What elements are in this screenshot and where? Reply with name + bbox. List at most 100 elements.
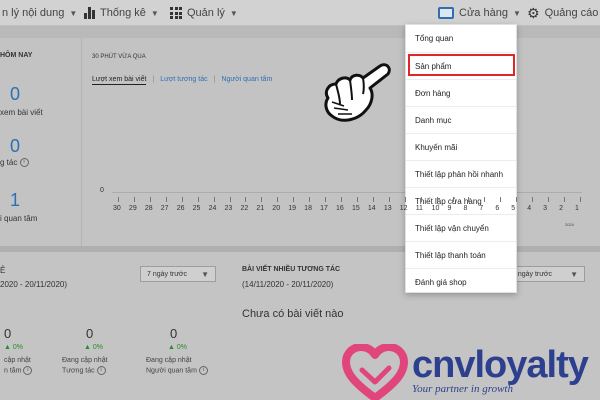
today-stats-panel: HÔM NAY 0 xem bài viết 0 g tác i 1 i qua…	[0, 38, 82, 246]
x-tick-mark	[181, 197, 183, 202]
x-tick-mark	[548, 197, 550, 202]
x-tick-mark	[133, 197, 135, 202]
info-icon[interactable]: i	[96, 366, 106, 375]
x-tick-label: 11	[415, 205, 423, 212]
x-tick-mark	[293, 197, 295, 202]
y-axis-zero-label: 0	[100, 187, 104, 194]
x-tick-mark	[388, 197, 390, 202]
metric-interactions-label: Đang cập nhật Tương tác i	[62, 357, 108, 375]
overview-title: Ẻ	[0, 266, 6, 275]
x-tick-mark	[484, 197, 486, 202]
nav-statistics[interactable]: Thống kê ▼	[84, 0, 159, 26]
x-tick-label: 16	[336, 205, 344, 212]
overview-period-select[interactable]: 7 ngày trước ▼	[140, 266, 216, 282]
top-posts-date-range: (14/11/2020 - 20/11/2020)	[242, 280, 334, 289]
menu-item-categories[interactable]: Danh mục	[406, 106, 516, 133]
metric-tabs: Lượt xem bài viết | Lượt tương tác | Ngư…	[92, 76, 272, 85]
x-tick-mark	[500, 197, 502, 202]
x-tick-label: 2	[559, 205, 563, 212]
nav-ads[interactable]: ⚙ Quảng cáo	[527, 0, 598, 26]
info-icon[interactable]: i	[19, 158, 29, 168]
menu-item-shipping[interactable]: Thiết lập vận chuyển	[406, 214, 516, 241]
top-posts-period-select[interactable]: 7 ngày trước ▼	[505, 266, 585, 282]
x-tick-label: 5	[511, 205, 516, 212]
x-tick-mark	[532, 197, 534, 202]
x-tick-mark	[309, 197, 311, 202]
x-tick-label: 22	[240, 205, 249, 212]
hand-pointer-icon	[324, 63, 391, 122]
x-tick-mark	[564, 197, 566, 202]
heart-logo-icon	[342, 344, 408, 400]
info-icon[interactable]: i	[23, 366, 33, 375]
chevron-down-icon: ▼	[229, 8, 238, 18]
nav-manage-label: Quản lý	[187, 7, 225, 19]
x-tick-label: 28	[144, 205, 153, 212]
metric-followers-change: ▲ 0%	[4, 344, 23, 351]
x-tick-label: 8	[463, 205, 468, 212]
today-caption: HÔM NAY	[0, 52, 33, 59]
x-tick-label: 14	[367, 205, 376, 212]
metric-people-label: Đang cập nhật Người quan tâm i	[146, 356, 208, 376]
tab-followers[interactable]: Người quan tâm	[221, 76, 272, 85]
x-tick-mark	[436, 197, 438, 202]
menu-item-promotions[interactable]: Khuyến mãi	[406, 133, 516, 160]
metric-interactions-change: ▲ 0%	[84, 344, 103, 351]
nav-ads-label: Quảng cáo	[544, 7, 599, 19]
x-tick-label: 3	[543, 205, 548, 212]
x-tick-label: 24	[208, 205, 217, 212]
x-tick-label: 26	[176, 205, 185, 212]
x-tick-mark	[197, 197, 199, 202]
realtime-caption: 30 PHÚT VỪA QUA	[92, 54, 146, 60]
x-tick-mark	[325, 197, 327, 202]
x-tick-mark	[356, 197, 358, 202]
x-tick-mark	[516, 197, 518, 202]
nav-content-management[interactable]: n lý nội dung ▼	[2, 0, 77, 26]
x-tick-label: 1	[575, 205, 579, 212]
x-tick-label: 7	[479, 205, 484, 212]
menu-item-overview[interactable]: Tổng quan	[406, 25, 516, 52]
x-tick-mark	[372, 197, 374, 202]
x-tick-label: 6	[495, 205, 500, 212]
logo-wordmark: cnvloyalty	[412, 344, 589, 386]
nav-shop[interactable]: Cửa hàng ▼	[438, 0, 521, 26]
x-tick-mark	[341, 197, 343, 202]
chevron-down-icon: ▼	[201, 269, 209, 279]
metric-people-change: ▲ 0%	[168, 344, 187, 351]
overview-date-range: 2020 - 20/11/2020)	[0, 280, 68, 289]
stat-interactions-label: g tác	[0, 158, 18, 167]
logo-tagline: Your partner in growth	[412, 383, 513, 395]
metric-followers-label: cập nhật n tâm i	[4, 357, 33, 375]
menu-item-quick-replies[interactable]: Thiết lập phản hồi nhanh	[406, 160, 516, 187]
tab-divider: |	[152, 76, 155, 83]
stat-followers-label: i quan tâm	[0, 214, 38, 223]
menu-item-payment[interactable]: Thiết lập thanh toán	[406, 241, 516, 268]
x-tick-mark	[245, 197, 247, 202]
x-tick-mark	[580, 197, 581, 202]
x-tick-label: 21	[256, 205, 265, 212]
x-tick-label: 13	[383, 205, 392, 212]
stat-views-label: xem bài viết	[0, 108, 43, 117]
nav-manage[interactable]: Quản lý ▼	[170, 0, 238, 26]
tab-divider: |	[213, 76, 216, 83]
x-tick-label: 4	[527, 205, 532, 212]
x-tick-mark	[420, 197, 422, 202]
grid-icon	[170, 7, 182, 19]
nav-content-label: n lý nội dung	[2, 7, 65, 19]
metric-people-value: 0	[170, 326, 178, 341]
menu-item-shop-reviews[interactable]: Đánh giá shop	[406, 268, 516, 295]
top-posts-period-value: 7 ngày trước	[512, 270, 553, 278]
x-tick-label: 15	[351, 205, 360, 212]
gear-icon: ⚙	[527, 5, 540, 21]
shop-icon	[438, 7, 454, 19]
x-axis-year-label: 2024	[565, 222, 574, 227]
x-tick-mark	[213, 197, 215, 202]
tab-views[interactable]: Lượt xem bài viết	[92, 76, 147, 85]
tab-interactions[interactable]: Lượt tương tác	[160, 76, 207, 85]
overview-period-value: 7 ngày trước	[147, 270, 188, 278]
menu-item-orders[interactable]: Đơn hàng	[406, 79, 516, 106]
chevron-down-icon: ▼	[150, 8, 159, 18]
info-icon[interactable]: i	[198, 366, 208, 375]
x-tick-mark	[165, 197, 167, 202]
x-tick-label: 27	[160, 205, 169, 212]
empty-posts-message: Chưa có bài viết nào	[242, 308, 344, 320]
